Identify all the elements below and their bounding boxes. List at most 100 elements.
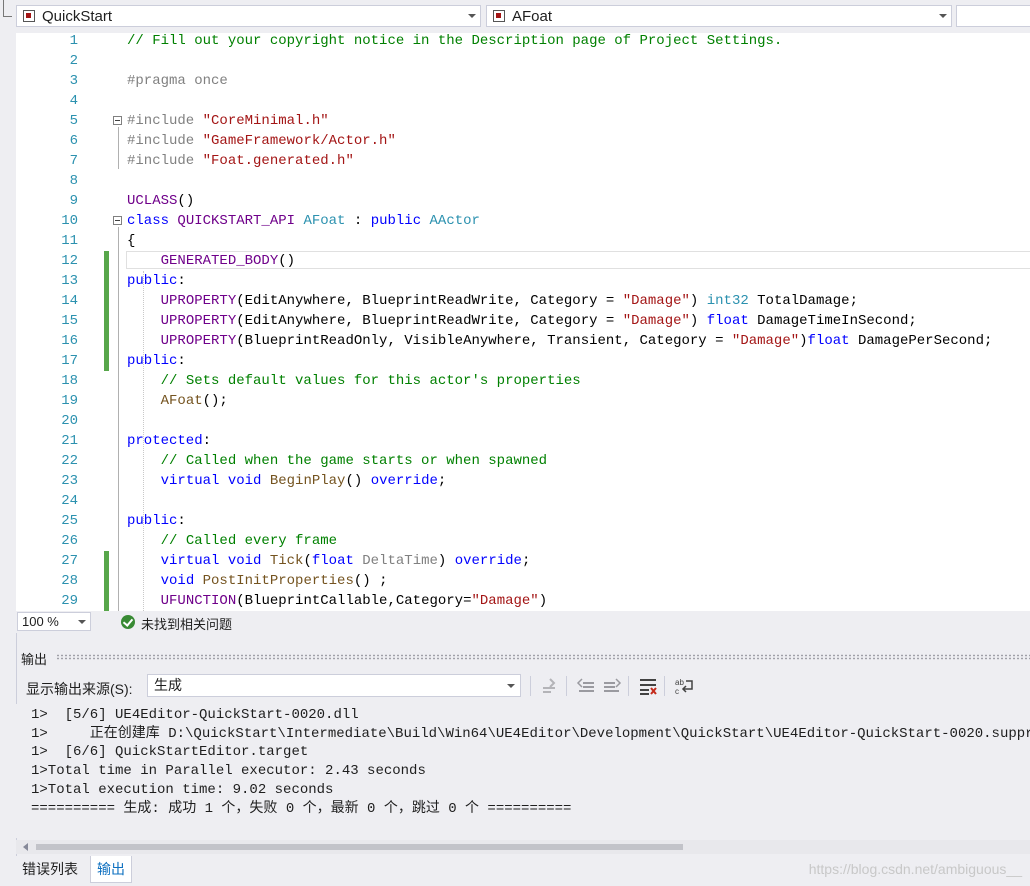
code-line[interactable]: 26 // Called every frame	[16, 531, 1030, 551]
code-line[interactable]: 10 class QUICKSTART_API AFoat : public AA…	[16, 211, 1030, 231]
line-number: 23	[61, 473, 78, 489]
code-line[interactable]: 15 UPROPERTY(EditAnywhere, BlueprintRead…	[16, 311, 1030, 331]
class-combo-value: AFoat	[512, 8, 553, 25]
line-number: 9	[69, 193, 78, 209]
output-line: 1>Total time in Parallel executor: 2.43 …	[31, 763, 426, 780]
code-text[interactable]: UPROPERTY(BlueprintReadOnly, VisibleAnyw…	[127, 331, 993, 351]
tab-error-list[interactable]: 错误列表	[16, 856, 84, 882]
output-text-area[interactable]: 1> [5/6] UE4Editor-QuickStart-0020.dll 1>…	[16, 704, 1030, 838]
chevron-down-icon[interactable]	[507, 684, 515, 688]
code-text[interactable]: public:	[127, 511, 186, 531]
toolbox-icon[interactable]	[3, 0, 12, 17]
left-tool-strip[interactable]	[0, 0, 17, 886]
code-line[interactable]: 8	[16, 171, 1030, 191]
code-line[interactable]: 18 // Sets default values for this actor…	[16, 371, 1030, 391]
next-message-icon[interactable]	[602, 676, 622, 696]
code-line[interactable]: 17 public:	[16, 351, 1030, 371]
line-number: 5	[69, 113, 78, 129]
chevron-down-icon[interactable]	[468, 14, 476, 18]
find-message-in-code-icon[interactable]	[540, 676, 560, 696]
code-line[interactable]: 13 public:	[16, 271, 1030, 291]
code-text[interactable]: // Called every frame	[127, 531, 337, 551]
line-number: 25	[61, 513, 78, 529]
code-line[interactable]: 3 #pragma once	[16, 71, 1030, 91]
code-line[interactable]: 24	[16, 491, 1030, 511]
line-number: 28	[61, 573, 78, 589]
code-line[interactable]: 29 UFUNCTION(BlueprintCallable,Category=…	[16, 591, 1030, 611]
member-combo[interactable]	[956, 5, 1030, 27]
code-line[interactable]: 1 // Fill out your copyright notice in th…	[16, 33, 1030, 51]
code-line[interactable]: 9 UCLASS()	[16, 191, 1030, 211]
code-text[interactable]: #include "CoreMinimal.h"	[127, 111, 329, 131]
code-line[interactable]: 22 // Called when the game starts or whe…	[16, 451, 1030, 471]
chevron-down-icon[interactable]	[939, 14, 947, 18]
code-line[interactable]: 6 #include "GameFramework/Actor.h"	[16, 131, 1030, 151]
code-line[interactable]: 27 virtual void Tick(float DeltaTime) ov…	[16, 551, 1030, 571]
project-combo[interactable]: QuickStart	[16, 5, 481, 27]
code-line[interactable]: 25 public:	[16, 511, 1030, 531]
code-editor[interactable]: 1 // Fill out your copyright notice in th…	[16, 33, 1030, 611]
code-text[interactable]: UPROPERTY(EditAnywhere, BlueprintReadWri…	[127, 311, 917, 331]
code-text[interactable]: // Called when the game starts or when s…	[127, 451, 547, 471]
horizontal-scrollbar[interactable]	[16, 840, 1030, 854]
scroll-left-icon[interactable]	[23, 843, 28, 851]
issues-status[interactable]: 未找到相关问题	[141, 614, 232, 633]
watermark: https://blog.csdn.net/ambiguous__	[808, 861, 1022, 877]
code-text[interactable]: UPROPERTY(EditAnywhere, BlueprintReadWri…	[127, 291, 858, 311]
output-panel-title: 输出	[21, 652, 48, 667]
toolbar-separator	[664, 676, 665, 696]
line-number: 27	[61, 553, 78, 569]
chevron-down-icon[interactable]	[78, 620, 86, 624]
code-text[interactable]: public:	[127, 351, 186, 371]
code-text[interactable]: virtual void BeginPlay() override;	[127, 471, 447, 491]
output-source-select[interactable]: 生成	[147, 674, 521, 697]
class-combo[interactable]: AFoat	[486, 5, 952, 27]
toolbar-separator	[530, 676, 531, 696]
code-line[interactable]: 4	[16, 91, 1030, 111]
code-text[interactable]: void PostInitProperties() ;	[127, 571, 388, 591]
code-text[interactable]: #pragma once	[127, 71, 228, 91]
line-number: 1	[69, 33, 78, 49]
scrollbar-thumb[interactable]	[36, 844, 683, 850]
code-text[interactable]: {	[127, 231, 135, 251]
code-line[interactable]: 7 #include "Foat.generated.h"	[16, 151, 1030, 171]
line-number: 19	[61, 393, 78, 409]
code-text[interactable]: UCLASS()	[127, 191, 194, 211]
code-text[interactable]: #include "Foat.generated.h"	[127, 151, 354, 171]
code-text[interactable]: UFUNCTION(BlueprintCallable,Category="Da…	[127, 591, 548, 611]
check-circle-icon[interactable]	[121, 615, 135, 629]
code-line[interactable]: 28 void PostInitProperties() ;	[16, 571, 1030, 591]
code-text[interactable]: // Fill out your copyright notice in the…	[127, 33, 782, 51]
line-number: 24	[61, 493, 78, 509]
code-text[interactable]: #include "GameFramework/Actor.h"	[127, 131, 396, 151]
code-line[interactable]: 16 UPROPERTY(BlueprintReadOnly, VisibleA…	[16, 331, 1030, 351]
code-text[interactable]: public:	[127, 271, 186, 291]
code-text[interactable]: virtual void Tick(float DeltaTime) overr…	[127, 551, 531, 571]
tab-output[interactable]: 输出	[90, 856, 132, 883]
code-line[interactable]: 20	[16, 411, 1030, 431]
code-line[interactable]: 19 AFoat();	[16, 391, 1030, 411]
code-text[interactable]: AFoat();	[127, 391, 228, 411]
output-panel-header[interactable]: 输出	[16, 646, 1030, 668]
zoom-combo[interactable]: 100 %	[17, 612, 91, 631]
code-text[interactable]: class QUICKSTART_API AFoat : public AAct…	[127, 211, 480, 231]
code-line[interactable]: 2	[16, 51, 1030, 71]
code-line[interactable]: 21 protected:	[16, 431, 1030, 451]
code-line[interactable]: 12 GENERATED_BODY()	[16, 251, 1030, 271]
code-text[interactable]: protected:	[127, 431, 211, 451]
code-text[interactable]: // Sets default values for this actor's …	[127, 371, 581, 391]
code-line[interactable]: 23 virtual void BeginPlay() override;	[16, 471, 1030, 491]
code-text[interactable]: GENERATED_BODY()	[127, 251, 295, 271]
line-number: 21	[61, 433, 78, 449]
line-number: 20	[61, 413, 78, 429]
output-line: ========== 生成: 成功 1 个，失败 0 个，最新 0 个，跳过 0…	[31, 800, 572, 817]
code-line[interactable]: 5 #include "CoreMinimal.h"	[16, 111, 1030, 131]
code-line[interactable]: 14 UPROPERTY(EditAnywhere, BlueprintRead…	[16, 291, 1030, 311]
output-source-value: 生成	[154, 677, 182, 693]
previous-message-icon[interactable]	[576, 676, 596, 696]
word-wrap-icon[interactable]: ab c	[674, 676, 694, 696]
panel-grip[interactable]	[56, 654, 1030, 660]
code-line[interactable]: 11 {	[16, 231, 1030, 251]
svg-text:ab: ab	[675, 678, 684, 687]
clear-all-icon[interactable]	[638, 676, 658, 696]
